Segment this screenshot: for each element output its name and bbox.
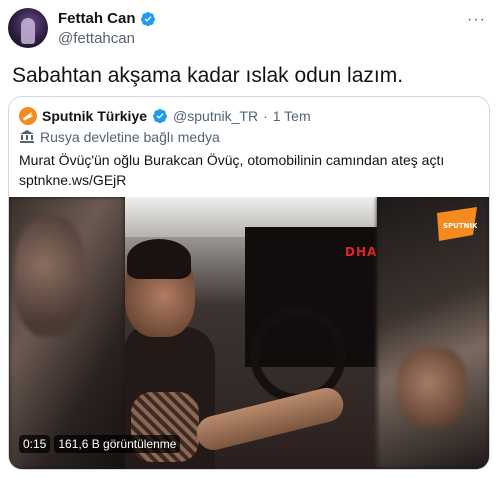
quoted-time[interactable]: 1 Tem	[273, 108, 311, 124]
state-media-icon	[20, 130, 34, 143]
sputnik-badge-text: SPUTNIK	[443, 222, 477, 230]
quoted-tweet[interactable]: Sputnik Türkiye @sputnik_TR · 1 Tem Rusy…	[8, 96, 490, 470]
driver-hair	[127, 239, 191, 279]
quoted-text-line: Murat Övüç'ün oğlu Burakcan Övüç, otomob…	[19, 152, 445, 168]
state-media-label[interactable]: Rusya devletine bağlı medya	[19, 129, 220, 145]
tweet: Fettah Can @fettahcan ··· Sabahtan akşam…	[0, 0, 500, 478]
avatar[interactable]	[8, 8, 48, 48]
tweet-text: Sabahtan akşama kadar ıslak odun lazım.	[12, 64, 404, 87]
more-options-icon[interactable]: ···	[467, 12, 486, 28]
sputnik-logo-icon	[19, 107, 37, 125]
quoted-author-name[interactable]: Sputnik Türkiye	[42, 108, 147, 124]
avatar-figure	[21, 18, 35, 44]
video-blur-hand	[397, 347, 467, 427]
video-info-bar: 0:15 161,6 B görüntülenme	[19, 435, 181, 453]
video-blur-face	[15, 217, 85, 337]
sputnik-badge-icon: SPUTNIK	[437, 207, 477, 241]
quoted-text: Murat Övüç'ün oğlu Burakcan Övüç, otomob…	[19, 150, 479, 190]
author-name[interactable]: Fettah Can	[58, 10, 136, 27]
video-blur-left	[9, 197, 125, 469]
quoted-link[interactable]: sptnkne.ws/GEjR	[19, 170, 479, 190]
driver-arm	[193, 384, 347, 454]
video-player[interactable]: DHA SPUTNIK 0:15 161,6 B görüntülenme	[9, 197, 489, 469]
dot-separator: ·	[263, 108, 268, 124]
verified-badge-icon	[140, 11, 155, 26]
quoted-header: Sputnik Türkiye @sputnik_TR · 1 Tem	[19, 107, 311, 125]
quoted-author-handle[interactable]: @sputnik_TR	[173, 108, 258, 124]
video-views: 161,6 B görüntülenme	[54, 435, 181, 453]
verified-badge-icon	[153, 109, 168, 124]
video-watermark: DHA	[345, 245, 378, 259]
author-handle[interactable]: @fettahcan	[58, 30, 135, 47]
video-frame: DHA	[125, 197, 377, 469]
state-media-text: Rusya devletine bağlı medya	[40, 129, 220, 145]
video-duration: 0:15	[19, 435, 51, 453]
author-name-row: Fettah Can	[58, 10, 156, 27]
